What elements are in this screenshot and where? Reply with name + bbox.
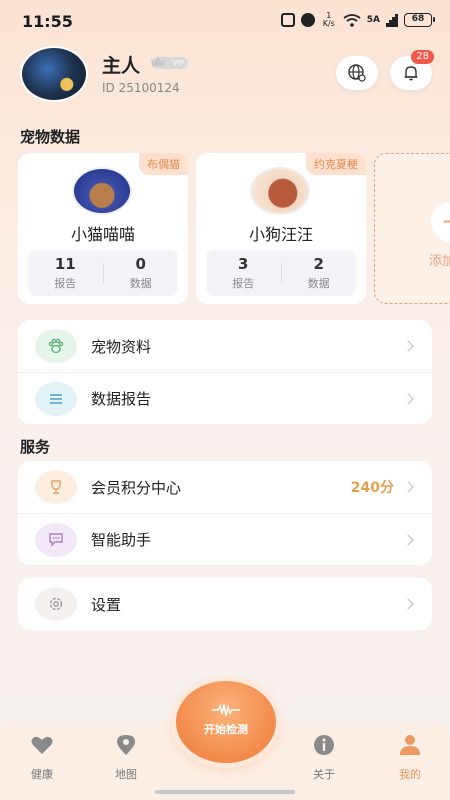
map-pin-icon [117,735,135,755]
notification-badge: 28 [411,50,434,64]
stat-label: 数据 [129,276,152,290]
battery-icon: 68 [404,13,435,27]
list-icon [35,381,77,416]
stat-value: 3 [238,254,249,273]
waveform-icon [212,703,240,717]
points-value: 240分 [350,480,394,496]
signal-icon [386,13,398,27]
avatar[interactable] [20,46,88,102]
status-time: 11:55 [22,12,73,31]
pet-stats: 3 报告 2 数据 [206,250,356,296]
menu-smart-assistant[interactable]: 智能助手 [18,513,432,565]
tab-label: 我的 [399,768,421,781]
tab-health[interactable]: 健康 [12,734,72,782]
notification-button[interactable]: 28 [390,50,434,90]
pet-menu-card: 宠物资料 数据报告 [18,320,432,424]
stat-data: 0 数据 [104,254,179,291]
paw-icon [35,329,77,363]
pet-name: 小狗汪汪 [248,225,313,244]
chevron-right-icon [402,598,414,610]
chevron-right-icon [402,533,414,546]
menu-label: 智能助手 [91,531,152,549]
globe-icon [348,64,366,82]
tab-label: 关于 [313,768,335,781]
pet-photo [250,167,310,215]
chat-icon [35,522,77,557]
menu-label: 设置 [91,595,122,614]
person-icon [400,735,420,755]
crown-icon [151,56,165,66]
chevron-right-icon [402,392,414,405]
menu-data-report[interactable]: 数据报告 [18,372,432,424]
status-bar: 11:55 1 K/s 5A 68 [0,0,450,42]
menu-label: 会员积分中心 [91,478,182,497]
profile-header: 主人 VIP ID 25100124 28 [20,46,434,106]
add-pet-label: 添加 [429,254,450,269]
services-card: 会员积分中心 240分 智能助手 [18,461,432,565]
stat-data: 2 数据 [282,254,357,291]
pet-name: 小猫喵喵 [70,225,135,244]
status-icons: 1 K/s 5A 68 [280,11,435,28]
services-title: 服务 [20,438,51,456]
menu-label: 宠物资料 [91,337,152,356]
stat-label: 报告 [232,276,255,290]
chevron-right-icon [402,481,414,493]
home-indicator [155,790,295,794]
menu-label: 数据报告 [91,390,152,408]
menu-pet-profile[interactable]: 宠物资料 [18,320,432,372]
network-type: 5A [366,15,380,25]
user-name: 主人 [102,55,141,77]
pet-photo [72,167,132,215]
tab-label: 地图 [115,768,137,781]
menu-points-center[interactable]: 会员积分中心 240分 [18,461,432,513]
stat-label: 数据 [307,276,330,290]
settings-card: 设置 [18,578,432,630]
plus-icon: + [431,202,450,242]
heart-icon [31,736,53,754]
pet-section-title: 宠物数据 [20,128,81,146]
stat-value: 11 [54,254,76,273]
wifi-icon [343,13,361,27]
stat-reports: 3 报告 [206,254,281,291]
stat-value: 0 [135,254,146,273]
tab-about[interactable]: 关于 [294,734,354,782]
nfc-icon [280,13,295,27]
start-label: 开始检测 [204,723,248,736]
pet-breed-tag: 约克夏梗 [306,153,366,175]
pet-breed-tag: 布偶猫 [139,153,188,175]
pet-card-dog[interactable]: 约克夏梗 小狗汪汪 3 报告 2 数据 [196,153,366,304]
language-button[interactable] [336,56,378,90]
stat-value: 2 [313,254,324,273]
tab-label: 健康 [31,768,53,781]
gear-icon [35,587,77,621]
bell-icon [404,66,418,81]
pet-stats: 11 报告 0 数据 [28,250,178,296]
tab-map[interactable]: 地图 [96,734,156,782]
menu-settings[interactable]: 设置 [18,578,432,630]
stat-reports: 11 报告 [28,254,103,291]
chevron-right-icon [402,340,414,352]
start-detection-button[interactable]: 开始检测 [176,681,276,763]
add-pet-card[interactable]: + 添加 [374,153,450,304]
tab-mine[interactable]: 我的 [380,734,440,782]
user-id: ID 25100124 [102,81,180,95]
info-icon [314,735,334,755]
trophy-icon [35,470,77,504]
network-speed: 1 K/s [322,11,335,28]
alarm-icon [300,13,315,27]
pet-card-cat[interactable]: 布偶猫 小猫喵喵 11 报告 0 数据 [18,153,188,304]
stat-label: 报告 [54,276,77,290]
